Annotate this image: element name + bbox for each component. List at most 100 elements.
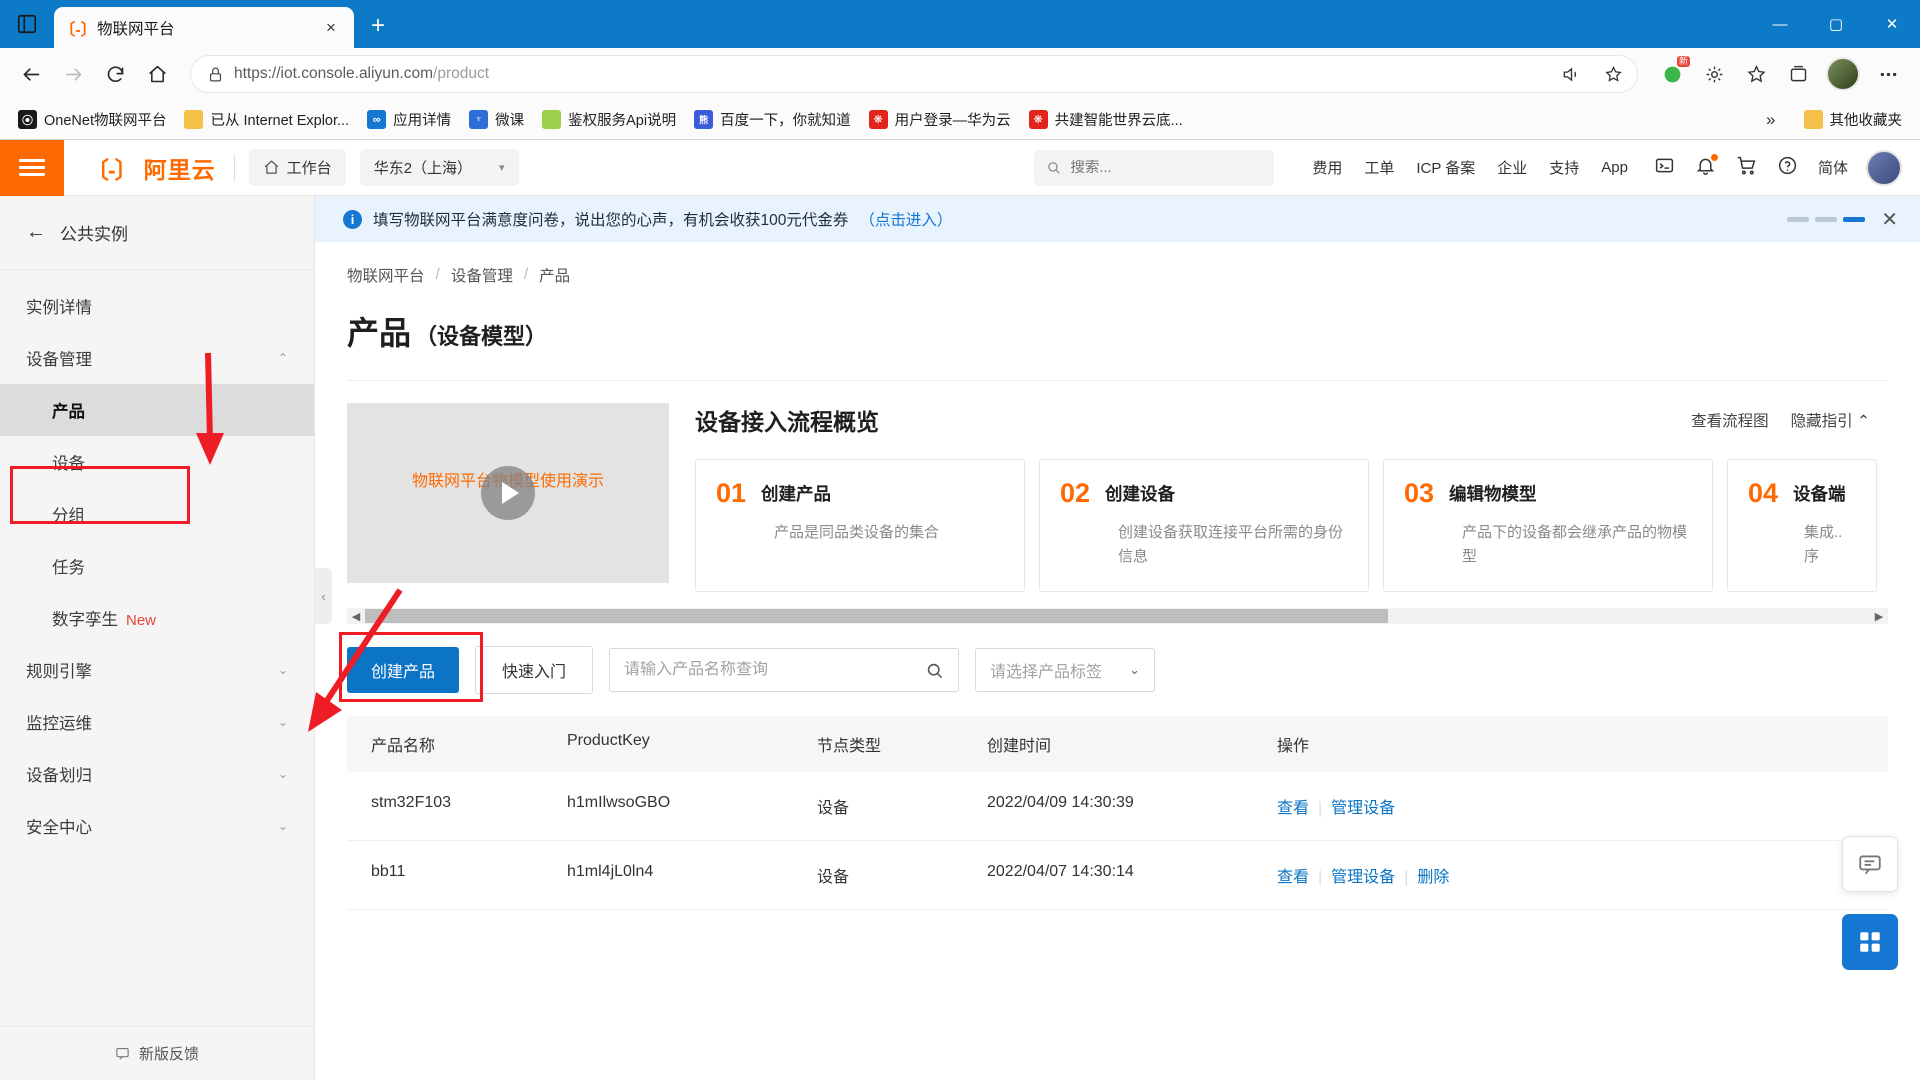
action-view-link[interactable]: 查看 (1277, 800, 1309, 817)
sidebar-item-label: 安全中心 (26, 819, 92, 837)
nav-item-tickets[interactable]: 工单 (1364, 157, 1394, 178)
browser-tab[interactable]: 〔-〕 物联网平台 × (54, 7, 354, 48)
star-plus-icon[interactable] (1597, 58, 1629, 90)
apps-grid-icon[interactable] (1842, 914, 1898, 970)
favorites-icon[interactable] (1736, 54, 1776, 94)
close-icon[interactable]: ✕ (1881, 207, 1898, 232)
step-description: 产品下的设备都会继承产品的物模型 (1462, 524, 1688, 565)
aliyun-icon: 〔-〕 (59, 21, 97, 39)
guide-step-card[interactable]: 01 创建产品 产品是同品类设备的集合 (695, 459, 1025, 592)
console-search-input[interactable] (1070, 159, 1263, 176)
bookmark-item[interactable]: ♆ 微课 (461, 105, 532, 134)
horizontal-scrollbar[interactable]: ◀ ▶ (347, 608, 1888, 624)
profile-avatar[interactable] (1826, 57, 1860, 91)
workbench-button[interactable]: 工作台 (248, 149, 346, 186)
quick-start-button[interactable]: 快速入门 (475, 646, 594, 694)
region-selector[interactable]: 华东2（上海） ▾ (359, 149, 519, 186)
scrollbar-track[interactable] (365, 609, 1870, 623)
bookmark-item[interactable]: 鉴权服务Api说明 (534, 105, 684, 134)
bookmark-item[interactable]: 熊 百度一下，你就知道 (686, 105, 859, 134)
create-product-button[interactable]: 创建产品 (347, 647, 460, 693)
sidebar-item-groups[interactable]: 分组 (0, 488, 314, 540)
back-arrow-icon[interactable] (12, 55, 50, 93)
action-manage-devices-link[interactable]: 管理设备 (1331, 869, 1395, 886)
product-search-field[interactable] (609, 648, 960, 692)
action-manage-devices-link[interactable]: 管理设备 (1331, 800, 1395, 817)
other-favorites-item[interactable]: 其他收藏夹 (1796, 105, 1911, 134)
maximize-icon[interactable]: ▢ (1808, 0, 1864, 48)
step-number: 02 (1060, 478, 1091, 508)
sidebar-back-public-instance[interactable]: ← 公共实例 (0, 196, 314, 270)
window-close-icon[interactable]: ✕ (1864, 0, 1920, 48)
breadcrumb-item[interactable]: 物联网平台 (347, 264, 425, 286)
sidebar-item-rule-engine[interactable]: 规则引擎 ⌄ (0, 644, 314, 696)
nav-item-support[interactable]: 支持 (1549, 157, 1579, 178)
product-tag-select[interactable]: 请选择产品标签 ⌄ (975, 648, 1156, 692)
action-delete-link[interactable]: 删除 (1417, 869, 1449, 886)
read-aloud-icon[interactable] (1555, 58, 1587, 90)
chat-icon[interactable] (1842, 836, 1898, 892)
scroll-left-arrow-icon[interactable]: ◀ (347, 610, 365, 623)
bookmark-item[interactable]: ❋ 用户登录—华为云 (861, 105, 1019, 134)
sidebar-item-security-center[interactable]: 安全中心 ⌄ (0, 800, 314, 852)
translate-extension-icon[interactable]: 新 (1652, 54, 1692, 94)
terminal-icon[interactable] (1654, 155, 1675, 181)
hamburger-menu-icon[interactable] (0, 139, 64, 196)
aliyun-logo[interactable]: 〔-〕 阿里云 (64, 151, 234, 185)
sidebar-feedback[interactable]: 新版反馈 (0, 1026, 314, 1080)
sidebar-item-products[interactable]: 产品 (0, 384, 314, 436)
bell-icon[interactable] (1695, 153, 1718, 181)
tab-actions-icon[interactable] (0, 0, 54, 48)
home-icon[interactable] (138, 55, 176, 93)
bookmark-item[interactable]: ❋ 共建智能世界云底... (1021, 105, 1191, 134)
guide-step-card[interactable]: 04 设备端 集成..序 (1727, 459, 1877, 592)
sidebar-item-instance-detail[interactable]: 实例详情 (0, 280, 314, 332)
scrollbar-thumb[interactable] (365, 609, 1389, 623)
sidebar-item-devices[interactable]: 设备 (0, 436, 314, 488)
chevron-right-icon[interactable]: » (1760, 110, 1781, 130)
minimize-icon[interactable]: — (1752, 0, 1808, 48)
sidebar-item-digital-twin[interactable]: 数字孪生 New (0, 592, 314, 644)
bookmark-item[interactable]: ∞ 应用详情 (359, 105, 459, 134)
refresh-icon[interactable] (96, 55, 134, 93)
console-search[interactable] (1034, 149, 1275, 186)
bookmark-item[interactable]: ⦿ OneNet物联网平台 (10, 105, 174, 134)
sidebar-item-device-transfer[interactable]: 设备划归 ⌄ (0, 748, 314, 800)
user-avatar[interactable] (1866, 149, 1902, 186)
sidebar-item-tasks[interactable]: 任务 (0, 540, 314, 592)
play-icon[interactable] (481, 466, 535, 520)
view-flowchart-link[interactable]: 查看流程图 (1691, 409, 1769, 431)
collections-icon[interactable] (1778, 54, 1818, 94)
address-bar[interactable]: https://iot.console.aliyun.com/product (190, 55, 1638, 93)
language-selector[interactable]: 简体 (1818, 157, 1848, 178)
bookmark-item[interactable]: 已从 Internet Explor... (176, 105, 357, 134)
chevron-down-icon: ⌄ (277, 819, 288, 833)
hide-guide-link[interactable]: 隐藏指引 ⌃ (1791, 409, 1870, 431)
nav-item-app[interactable]: App (1601, 159, 1628, 176)
guide-step-card[interactable]: 02 创建设备 创建设备获取连接平台所需的身份信息 (1039, 459, 1369, 592)
action-view-link[interactable]: 查看 (1277, 869, 1309, 886)
nav-item-enterprise[interactable]: 企业 (1497, 157, 1527, 178)
nav-item-icp[interactable]: ICP 备案 (1416, 157, 1475, 178)
notice-pagination[interactable] (1787, 216, 1866, 222)
close-icon[interactable]: × (318, 15, 344, 41)
sidebar-item-label: 分组 (52, 507, 85, 525)
bookmark-label: 用户登录—华为云 (894, 113, 1011, 129)
help-icon[interactable] (1777, 155, 1798, 181)
sidebar-item-device-management[interactable]: 设备管理 ⌃ (0, 332, 314, 384)
sidebar-item-monitoring[interactable]: 监控运维 ⌄ (0, 696, 314, 748)
product-search-input[interactable] (624, 661, 918, 679)
guide-step-card[interactable]: 03 编辑物模型 产品下的设备都会继承产品的物模型 (1383, 459, 1713, 592)
nav-item-fees[interactable]: 费用 (1312, 157, 1342, 178)
cart-icon[interactable] (1736, 155, 1757, 181)
browser-essentials-icon[interactable] (1694, 54, 1734, 94)
more-options-icon[interactable] (1868, 54, 1908, 94)
guide-video[interactable]: 物联网平台物模型使用演示 (347, 403, 669, 583)
cell-product-key: h1mIlwsoGBO (567, 794, 671, 811)
scroll-right-arrow-icon[interactable]: ▶ (1870, 610, 1888, 623)
sidebar-collapse-handle[interactable]: ‹ (315, 568, 332, 624)
notice-link[interactable]: （点击进入） (859, 208, 952, 230)
console-body: ← 公共实例 实例详情 设备管理 ⌃ 产品 设备 分组 任务 数字孪生 New … (0, 196, 1920, 1080)
breadcrumb-item[interactable]: 设备管理 (451, 264, 513, 286)
new-tab-button[interactable]: + (358, 6, 398, 46)
